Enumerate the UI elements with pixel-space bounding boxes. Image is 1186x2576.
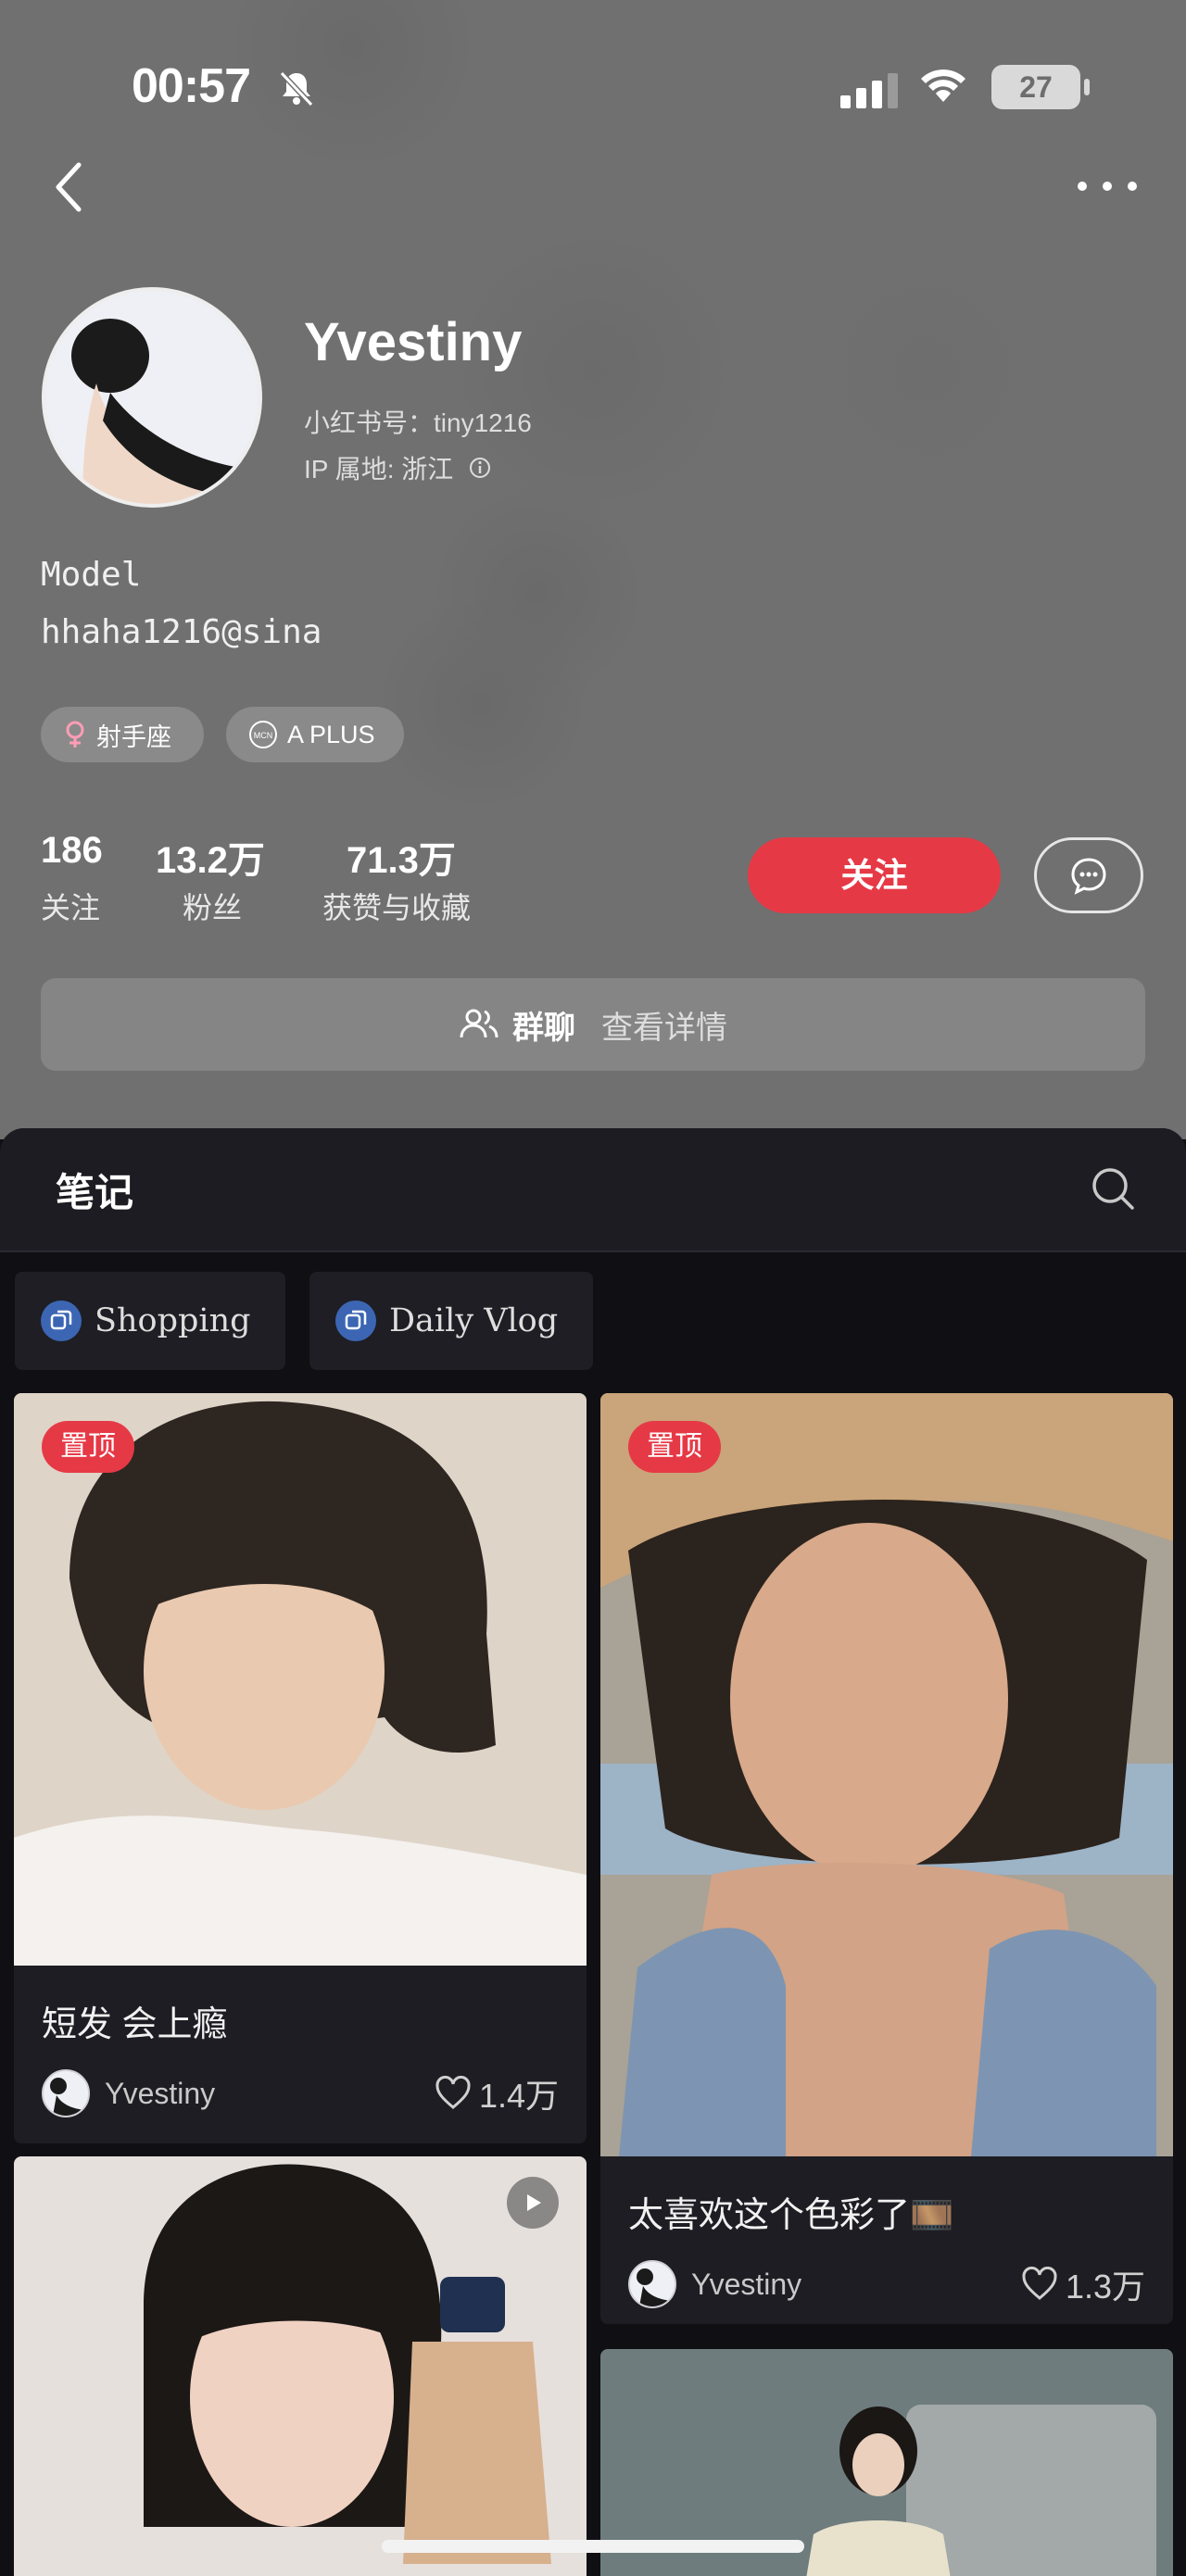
stat-likes-count[interactable]: 71.3万 [347,830,456,884]
group-chat-bar[interactable]: 群聊 查看详情 [41,978,1145,1071]
note-cover-image [14,2156,587,2576]
bell-muted-icon [279,70,314,107]
note-cover-image [600,1393,1173,2156]
like-count-text: 1.4万 [478,2077,559,2115]
stat-following-count[interactable]: 186 [41,830,103,872]
more-options-icon[interactable] [1075,176,1140,196]
note-author[interactable]: Yvestiny [628,2260,801,2308]
status-time: 00:57 [132,59,251,113]
collection-daily-vlog[interactable]: Daily Vlog [309,1272,593,1370]
profile-id: 小红书号：tiny1216 [304,408,532,437]
profile-name: Yvestiny [304,312,523,372]
profile-ip: IP 属地: 浙江 [304,449,492,486]
group-chat-details: 查看详情 [601,1010,727,1046]
stat-followers-label: 粉丝 [183,891,243,924]
profile-header: 00:57 27 Yvestiny 小红书号：tiny1216 IP 属地: 浙… [0,0,1186,1139]
collection-icon [41,1301,82,1341]
group-chat-title: 群聊 [512,1010,575,1046]
tag-mcn[interactable]: MCN A PLUS [226,707,404,762]
ip-location-text: IP 属地: 浙江 [304,455,454,484]
author-avatar [42,2069,90,2117]
stat-likes-label: 获赞与收藏 [322,891,472,924]
status-bar: 00:57 27 [0,51,1186,125]
tag-zodiac[interactable]: 射手座 [41,707,204,762]
like-count[interactable]: 1.4万 [435,2069,559,2117]
notes-header: 笔记 [0,1128,1186,1252]
female-symbol-icon [66,721,84,748]
note-cover-image [14,1393,587,1966]
follow-button[interactable]: 关注 [748,837,1001,913]
message-button[interactable] [1034,837,1143,913]
like-count[interactable]: 1.3万 [1021,2260,1145,2308]
profile-avatar[interactable] [42,287,262,508]
collection-daily-vlog-label: Daily Vlog [389,1302,559,1339]
stat-following-label: 关注 [41,891,101,924]
like-count-text: 1.3万 [1065,2268,1145,2306]
tab-notes[interactable]: 笔记 [56,1162,133,1218]
notes-panel: 笔记 Shopping Daily Vlog 置顶 短发 会上瘾 Yvestin… [0,1128,1186,2576]
battery-indicator: 27 [991,65,1090,109]
collection-icon [335,1301,376,1341]
tag-zodiac-label: 射手座 [96,723,171,751]
back-arrow-icon[interactable] [51,159,88,215]
stat-followers-count[interactable]: 13.2万 [156,830,265,884]
group-users-icon [460,1009,498,1038]
tag-mcn-label: A PLUS [287,720,375,748]
note-card[interactable]: 置顶 短发 会上瘾 Yvestiny 1.4万 [14,1393,587,2143]
author-name: Yvestiny [105,2076,216,2110]
mcn-badge-icon: MCN [249,721,277,748]
author-name: Yvestiny [691,2267,802,2301]
collection-shopping[interactable]: Shopping [15,1272,285,1370]
video-play-icon [507,2177,559,2229]
note-title: 太喜欢这个色彩了🎞️ [628,2196,954,2235]
search-icon[interactable] [1090,1165,1136,1212]
bio-line-2: hhaha1216@sina [41,613,322,651]
pinned-badge: 置顶 [628,1421,721,1473]
home-indicator[interactable] [382,2540,804,2553]
collection-shopping-label: Shopping [95,1302,251,1339]
info-icon[interactable] [468,456,492,480]
avatar-photo [45,291,259,504]
cellular-signal-icon [840,73,898,108]
heart-icon [1022,2267,1057,2300]
svg-text:MCN: MCN [254,731,273,740]
pinned-badge: 置顶 [42,1421,134,1473]
note-title: 短发 会上瘾 [42,2005,228,2044]
note-card[interactable]: 置顶 太喜欢这个色彩了🎞️ Yvestiny 1.3万 [600,1393,1173,2324]
heart-icon [435,2076,471,2109]
author-avatar [628,2260,676,2308]
note-card-video[interactable] [14,2156,587,2576]
chat-bubble-icon [1071,858,1106,895]
note-author[interactable]: Yvestiny [42,2069,215,2117]
bio-line-1: Model [41,556,142,594]
wifi-icon [921,69,965,102]
